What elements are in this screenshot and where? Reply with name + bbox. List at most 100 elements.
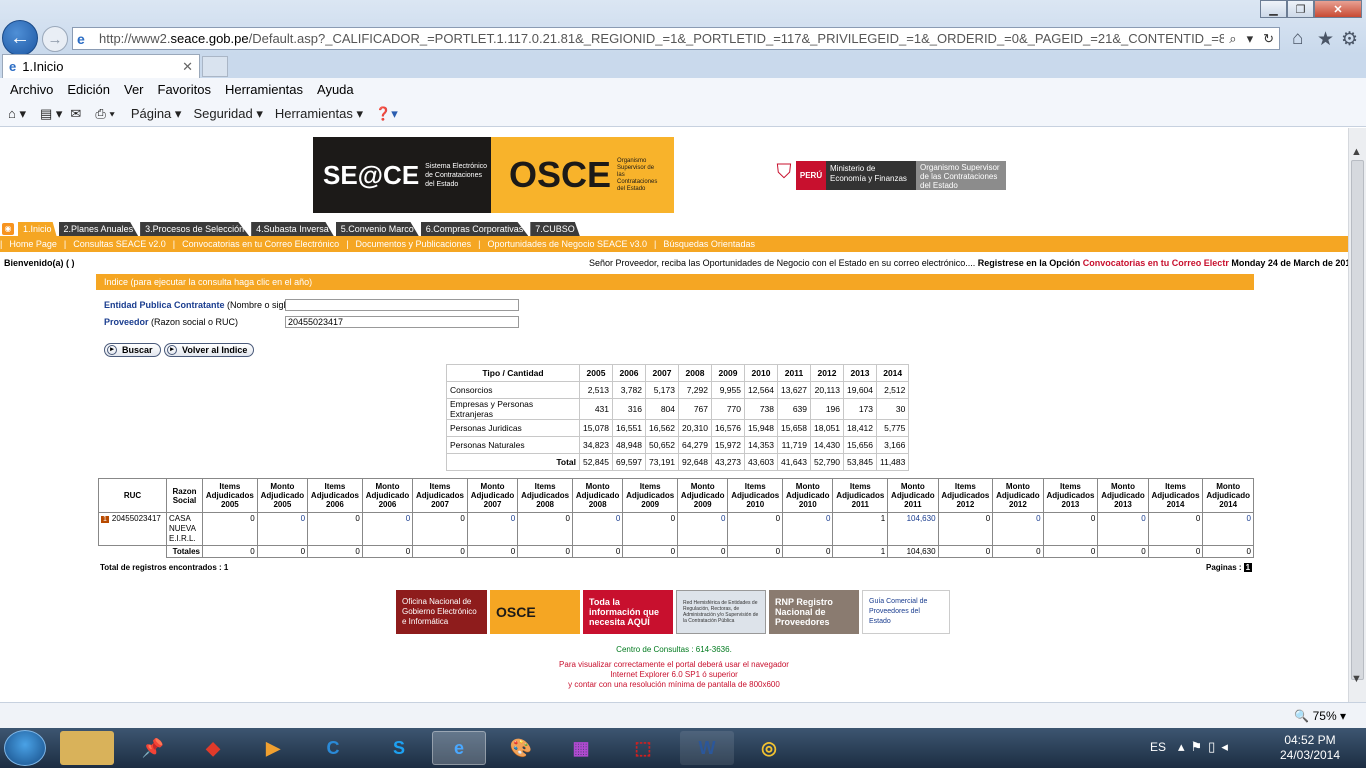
word-task-icon[interactable]: W [680,731,734,765]
detail-cell[interactable]: 0 [1202,512,1254,546]
nav-tab-planes[interactable]: 2.Planes Anuales [58,222,139,236]
year-header[interactable]: 2009 [711,364,745,382]
vertical-scrollbar[interactable]: ▲ ▼ [1348,128,1366,702]
year-header[interactable]: 2012 [810,364,844,382]
detail-cell[interactable]: 0 [677,512,729,546]
todoist-task-icon[interactable]: ◆ [186,731,240,765]
detail-cell[interactable]: 0 [256,512,309,546]
guia-comercial-logo[interactable]: Guía Comercial de Proveedores del Estado [862,590,950,634]
detail-cell[interactable]: 0 [992,512,1044,546]
year-header[interactable]: 2005 [579,364,613,382]
link-busquedas[interactable]: Búsquedas Orientadas [656,239,762,249]
menu-ayuda[interactable]: Ayuda [317,82,354,97]
year-header[interactable]: 2007 [645,364,679,382]
detail-cell[interactable]: 0 [466,512,519,546]
clock[interactable]: 04:52 PM 24/03/2014 [1276,733,1344,763]
year-header[interactable]: 2014 [875,364,910,382]
media-task-icon[interactable]: ▶ [246,731,300,765]
herramientas-cmd-menu[interactable]: Herramientas ▾ [275,106,363,122]
link-consultas[interactable]: Consultas SEACE v2.0 [66,239,173,249]
zoom-control[interactable]: 🔍 75% ▾ [1294,709,1346,723]
winrar-task-icon[interactable]: ▦ [554,731,608,765]
language-indicator[interactable]: ES [1150,740,1166,754]
link-home-page[interactable]: Home Page [2,239,64,249]
pin-task-icon[interactable]: 📌 [126,731,180,765]
explorer-task-icon[interactable] [60,731,114,765]
maximize-button[interactable]: ❐ [1287,0,1314,18]
detail-cell[interactable]: 0 [361,512,414,546]
back-button[interactable]: ← [2,20,38,56]
page-1-link[interactable]: 1 [1243,563,1253,572]
dropdown-icon[interactable]: ▾ [1247,31,1254,47]
favorites-star-icon[interactable]: ★ [1317,28,1334,51]
informacion-logo[interactable]: Toda la información que necesita AQUÍ [583,590,673,634]
summary-cell: 15,972 [711,436,745,454]
minimize-button[interactable]: ▁ [1260,0,1287,18]
year-header[interactable]: 2008 [678,364,712,382]
osce-footer-logo[interactable]: OSCE [490,590,580,634]
proveedor-input[interactable]: 20455023417 [285,316,519,328]
pagina-menu[interactable]: Página ▾ [131,106,182,122]
print-icon[interactable]: ⎙ ▾ [95,106,114,122]
skype-task-icon[interactable]: S [372,731,426,765]
year-header[interactable]: 2011 [777,364,811,382]
mail-icon[interactable]: ✉ [70,106,81,122]
home-icon[interactable]: ⌂ [1292,28,1303,50]
ccleaner-task-icon[interactable]: C [306,731,360,765]
year-header[interactable]: 2013 [843,364,877,382]
address-url[interactable]: http://www2.seace.gob.pe/Default.asp?_CA… [99,31,1224,46]
ruc-cell[interactable]: 1 20455023417 [98,512,167,546]
detail-cell[interactable]: 0 [571,512,624,546]
feeds-icon[interactable]: ▤ ▾ [40,106,62,122]
scroll-up-icon[interactable]: ▲ [1351,146,1362,158]
summary-cell: 14,430 [810,436,844,454]
buscar-button[interactable]: ▸ Buscar [104,343,161,357]
home-cmd-icon[interactable]: ⌂ ▾ [8,106,26,122]
menu-archivo[interactable]: Archivo [10,82,53,97]
link-documentos[interactable]: Documentos y Publicaciones [349,239,479,249]
detail-cell[interactable]: 0 [1097,512,1149,546]
settings-gear-icon[interactable]: ⚙ [1341,28,1358,51]
ie-task-icon[interactable]: e [432,731,486,765]
nav-tab-cubso[interactable]: 7.CUBSO [530,222,580,236]
detail-cell[interactable]: 0 [782,512,834,546]
year-header[interactable]: 2010 [744,364,778,382]
system-tray[interactable]: ▴⚑▯◂ [1178,739,1234,755]
nav-tab-subasta[interactable]: 4.Subasta Inversa [251,222,334,236]
seguridad-menu[interactable]: Seguridad ▾ [193,106,262,122]
acrobat-task-icon[interactable]: ⬚ [616,731,670,765]
menu-ver[interactable]: Ver [124,82,144,97]
scroll-down-icon[interactable]: ▼ [1351,673,1362,685]
volver-button[interactable]: ▸ Volver al Indice [164,343,254,357]
search-icon[interactable]: ⌕ [1229,31,1236,47]
link-convocatorias[interactable]: Convocatorias en tu Correo Electrónico [175,239,346,249]
rss-icon[interactable]: ◉ [2,223,14,235]
nav-tab-compras[interactable]: 6.Compras Corporativas [420,222,529,236]
menu-herramientas[interactable]: Herramientas [225,82,303,97]
new-tab-button[interactable] [202,56,228,77]
address-bar[interactable]: e http://www2.seace.gob.pe/Default.asp?_… [72,27,1280,50]
year-header[interactable]: 2006 [612,364,646,382]
scroll-thumb[interactable] [1351,160,1364,680]
close-tab-icon[interactable]: ✕ [182,59,193,75]
menu-favoritos[interactable]: Favoritos [158,82,211,97]
menu-edicion[interactable]: Edición [67,82,110,97]
entidad-input[interactable] [285,299,519,311]
forward-button[interactable]: → [42,26,68,52]
refresh-icon[interactable]: ↻ [1263,31,1274,47]
detail-col-header: Items Adjudicados 2008 [517,478,573,513]
paint-task-icon[interactable]: 🎨 [494,731,548,765]
nav-tab-inicio[interactable]: 1.Inicio [18,222,57,236]
nav-tab-procesos[interactable]: 3.Procesos de Selección [140,222,250,236]
ongei-logo[interactable]: Oficina Nacional de Gobierno Electrónico… [396,590,487,634]
detail-cell[interactable]: 104,630 [887,512,939,546]
rnp-logo[interactable]: RNP Registro Nacional de Proveedores [769,590,859,634]
nav-tab-convenio[interactable]: 5.Convenio Marco [335,222,419,236]
tab-inicio[interactable]: e 1.Inicio ✕ [2,54,200,78]
help-icon[interactable]: ❓▾ [375,106,398,122]
start-button[interactable] [4,730,46,766]
close-window-button[interactable]: ✕ [1314,0,1362,18]
chrome-task-icon[interactable]: ◎ [742,731,796,765]
link-oportunidades[interactable]: Oportunidades de Negocio SEACE v3.0 [480,239,654,249]
red-hemisferica-logo[interactable]: Red Hemisférica de Entidades de Regulaci… [676,590,766,634]
